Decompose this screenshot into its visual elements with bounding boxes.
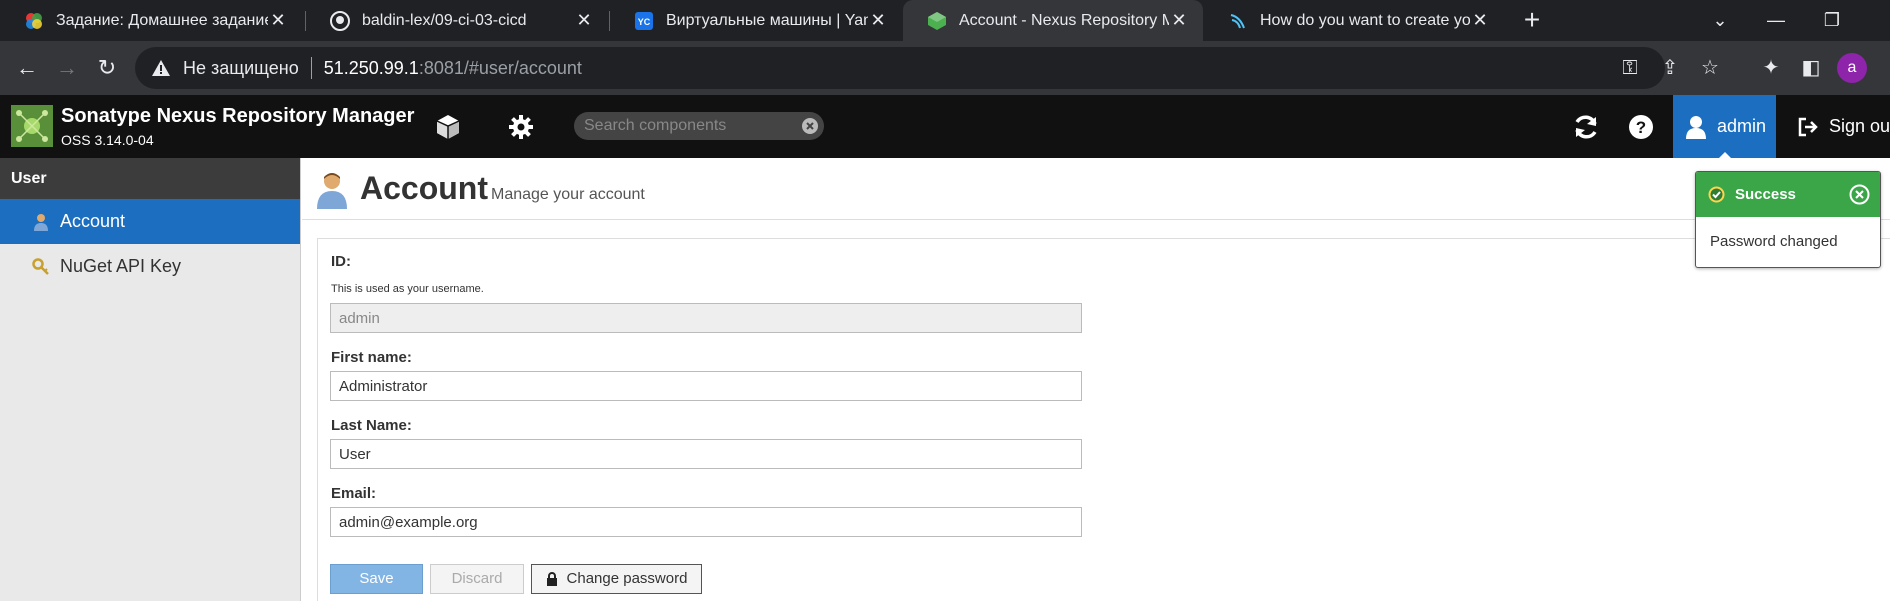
search-box[interactable] xyxy=(574,112,824,140)
first-name-label: First name: xyxy=(331,349,412,366)
nexus-logo xyxy=(11,105,53,147)
toast-message: Password changed xyxy=(1710,233,1838,250)
extensions-icon[interactable]: ✦ xyxy=(1756,53,1786,83)
toast-header: Success xyxy=(1696,172,1880,217)
url-host: 51.250.99.1 xyxy=(323,57,419,78)
reload-icon[interactable]: ↻ xyxy=(92,53,122,83)
sign-out-button[interactable]: Sign out xyxy=(1797,95,1890,158)
app-header: Sonatype Nexus Repository Manager OSS 3.… xyxy=(0,95,1890,159)
back-arrow-icon[interactable]: ← xyxy=(12,53,42,83)
side-panel-icon[interactable]: ◧ xyxy=(1796,53,1826,83)
key-icon[interactable]: ⚿ xyxy=(1620,58,1640,78)
tab-title: Виртуальные машины | Yandex C xyxy=(666,11,868,29)
colorful-app-icon xyxy=(24,11,44,31)
close-tab-icon[interactable]: ✕ xyxy=(574,10,594,31)
main-content: Account Manage your account ID: This is … xyxy=(302,158,1890,601)
clear-search-icon[interactable] xyxy=(802,118,818,134)
browser-tab[interactable]: Задание: Домашнее задание "П ✕ xyxy=(0,0,302,41)
sidebar-heading: User xyxy=(0,158,300,199)
app-name: Sonatype Nexus Repository Manager xyxy=(61,105,415,127)
sign-out-label: Sign out xyxy=(1829,116,1890,136)
sign-out-icon xyxy=(1798,117,1818,136)
change-password-label: Change password xyxy=(566,570,688,587)
user-icon xyxy=(1686,115,1706,139)
account-form: ID: This is used as your username. First… xyxy=(317,238,1890,601)
svg-text:YC: YC xyxy=(638,17,651,27)
close-tab-icon[interactable]: ✕ xyxy=(268,10,288,31)
address-bar[interactable]: Не защищено 51.250.99.1 :8081/#user/acco… xyxy=(135,47,1719,89)
success-toast: Success Password changed xyxy=(1695,171,1881,268)
minimize-button[interactable]: — xyxy=(1748,0,1804,41)
search-input[interactable] xyxy=(584,116,794,136)
browser-tab[interactable]: How do you want to create your ✕ xyxy=(1204,0,1504,41)
browser-toolbar: ← → ↻ Не защищено 51.250.99.1 :8081/#use… xyxy=(0,41,1890,95)
key-icon xyxy=(32,257,49,275)
browser-tab[interactable]: baldin-lex/09-ci-03-cicd ✕ xyxy=(306,0,608,41)
close-tab-icon[interactable]: ✕ xyxy=(868,10,888,31)
page-title: Account xyxy=(360,170,488,206)
email-field[interactable] xyxy=(330,507,1082,537)
discard-button[interactable]: Discard xyxy=(430,564,524,594)
app-version: OSS 3.14.0-04 xyxy=(61,132,154,148)
tab-title: Задание: Домашнее задание "П xyxy=(56,11,268,29)
change-password-button[interactable]: Change password xyxy=(531,564,702,594)
close-icon[interactable] xyxy=(1849,184,1870,205)
yandex-cloud-icon: YC xyxy=(634,11,654,31)
lock-icon xyxy=(546,572,557,586)
last-name-field[interactable] xyxy=(330,439,1082,469)
gear-icon[interactable] xyxy=(506,112,536,142)
sidebar-item-nuget-api-key[interactable]: NuGet API Key xyxy=(0,244,300,289)
share-icon[interactable]: ⇪ xyxy=(1660,58,1680,78)
security-label: Не защищено xyxy=(183,57,299,78)
id-help-text: This is used as your username. xyxy=(331,283,484,295)
sidebar: User Account NuGet API Key xyxy=(0,158,301,601)
address-divider xyxy=(310,57,312,79)
page-header: Account Manage your account xyxy=(302,158,1890,220)
page-subtitle: Manage your account xyxy=(491,186,645,203)
sidebar-item-account[interactable]: Account xyxy=(0,199,300,244)
toast-title: Success xyxy=(1735,186,1796,203)
jenkins-icon xyxy=(1228,11,1248,31)
user-menu-button[interactable]: admin xyxy=(1673,95,1776,159)
close-tab-icon[interactable]: ✕ xyxy=(1470,10,1490,31)
warning-icon xyxy=(152,60,170,76)
browser-tab[interactable]: YC Виртуальные машины | Yandex C ✕ xyxy=(610,0,902,41)
sidebar-item-label: Account xyxy=(60,211,126,231)
check-circle-icon xyxy=(1708,186,1725,203)
email-label: Email: xyxy=(331,485,377,502)
refresh-icon[interactable] xyxy=(1571,112,1601,142)
url-path: :8081/#user/account xyxy=(418,57,582,78)
last-name-label: Last Name: xyxy=(331,417,412,434)
tab-title: Account - Nexus Repository Man xyxy=(959,11,1169,29)
id-field xyxy=(330,303,1082,333)
save-button[interactable]: Save xyxy=(330,564,423,594)
star-icon[interactable]: ☆ xyxy=(1700,58,1720,78)
id-label: ID: xyxy=(331,253,351,270)
account-icon xyxy=(34,213,48,231)
github-icon xyxy=(330,10,350,31)
forward-arrow-icon[interactable]: → xyxy=(52,53,82,83)
svg-text:?: ? xyxy=(1636,118,1646,137)
browser-tab-strip: Задание: Домашнее задание "П ✕ baldin-le… xyxy=(0,0,1890,41)
help-icon[interactable]: ? xyxy=(1626,112,1656,142)
account-icon xyxy=(317,173,347,209)
first-name-field[interactable] xyxy=(330,371,1082,401)
profile-avatar[interactable]: a xyxy=(1837,53,1867,83)
browser-tab-active[interactable]: Account - Nexus Repository Man ✕ xyxy=(903,0,1203,41)
maximize-button[interactable]: ❐ xyxy=(1804,0,1860,41)
browse-cube-icon[interactable] xyxy=(433,112,463,142)
sidebar-item-label: NuGet API Key xyxy=(60,256,182,276)
tab-title: How do you want to create your xyxy=(1260,11,1470,29)
nexus-icon xyxy=(927,11,947,31)
new-tab-button[interactable]: + xyxy=(1516,4,1548,36)
user-name: admin xyxy=(1717,116,1767,136)
close-tab-icon[interactable]: ✕ xyxy=(1169,10,1189,31)
tab-title: baldin-lex/09-ci-03-cicd xyxy=(362,11,527,29)
tab-search-icon[interactable]: ⌄ xyxy=(1692,0,1748,41)
